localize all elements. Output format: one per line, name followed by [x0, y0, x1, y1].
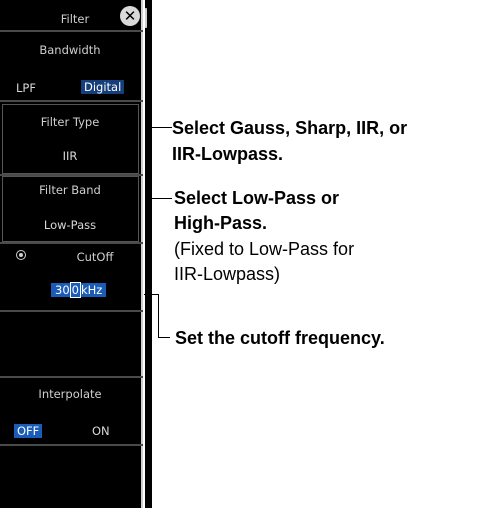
leader-line — [144, 294, 158, 295]
lpf-label: LPF — [16, 81, 36, 95]
divider — [0, 310, 143, 312]
filter-type-value: IIR — [62, 149, 78, 163]
divider — [0, 242, 143, 244]
interpolate-label: Interpolate — [38, 387, 102, 401]
filter-type-annotation-line2: IIR-Lowpass. — [172, 144, 284, 164]
filter-band-note-line1: (Fixed to Low-Pass for — [174, 239, 355, 259]
panel-rail — [145, 0, 152, 508]
leader-line — [145, 127, 172, 128]
cutoff-label: CutOff — [76, 250, 114, 264]
divider — [0, 376, 143, 378]
divider — [0, 100, 143, 102]
filter-band-value: Low-Pass — [43, 218, 97, 232]
filter-band-annotation-line1: Select Low-Pass or — [174, 188, 340, 208]
interpolate-on-option[interactable]: ON — [92, 424, 110, 438]
divider — [0, 30, 143, 32]
leader-line — [145, 198, 172, 199]
divider — [0, 444, 143, 446]
panel-title: Filter — [60, 12, 90, 26]
filter-band-label: Filter Band — [39, 183, 101, 197]
leader-line — [158, 294, 159, 337]
cutoff-value-unit: kHz — [80, 283, 103, 297]
radio-icon[interactable] — [16, 250, 26, 260]
filter-type-annotation-line1: Select Gauss, Sharp, IIR, or — [172, 118, 408, 138]
bandwidth-label: Bandwidth — [39, 43, 101, 57]
lpf-digital-option[interactable]: Digital — [81, 80, 125, 94]
filter-band-annotation-line2: High-Pass. — [174, 213, 268, 233]
cutoff-value-input[interactable]: 30 0 kHz — [51, 282, 107, 298]
interpolate-off-option[interactable]: OFF — [14, 424, 43, 438]
cutoff-value-cursor: 0 — [69, 282, 81, 298]
panel-tab[interactable] — [145, 8, 151, 28]
filter-type-label: Filter Type — [40, 115, 100, 129]
filter-band-note-line2: IIR-Lowpass) — [174, 264, 281, 284]
leader-line — [158, 337, 170, 338]
cutoff-annotation: Set the cutoff frequency. — [175, 328, 385, 348]
cutoff-value-digits: 30 — [55, 283, 70, 297]
close-icon[interactable]: ✕ — [120, 6, 140, 26]
